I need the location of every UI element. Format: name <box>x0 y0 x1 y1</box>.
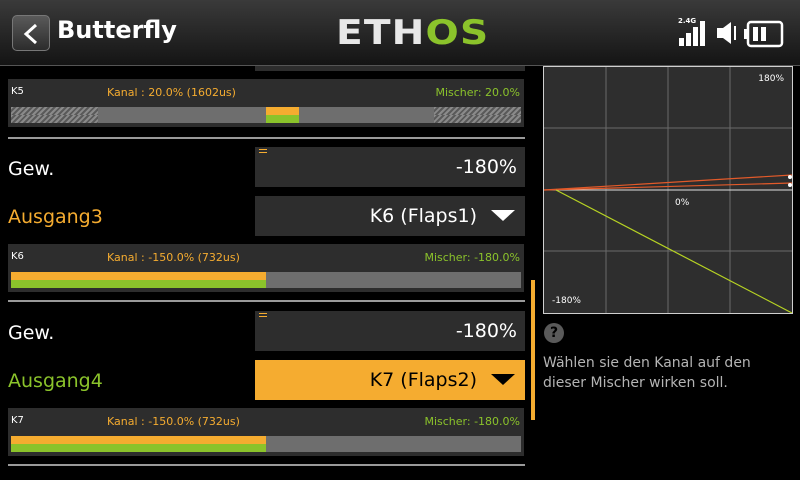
mixer-bar-track <box>11 444 521 452</box>
speaker-icon <box>717 22 736 44</box>
output-label-ausgang4: Ausgang4 <box>8 370 103 392</box>
weight-field-ausgang4[interactable]: -180% <box>255 311 525 351</box>
channel-bar-track <box>11 107 521 115</box>
channel-output-value: Kanal : 20.0% (1602us) <box>107 86 236 99</box>
weight-label: Gew. <box>8 322 55 344</box>
battery-icon <box>744 20 784 48</box>
mixer-output-value: Mischer: -180.0% <box>424 415 520 428</box>
help-text: Wählen sie den Kanal auf den dieser Misc… <box>543 355 751 391</box>
mixer-settings-panel: K5 Kanal : 20.0% (1602us) Mischer: 20.0%… <box>0 66 530 480</box>
graph-center-label: 0% <box>675 198 690 208</box>
channel-bar-track <box>11 272 521 280</box>
channel-output-value: Kanal : -150.0% (732us) <box>107 415 240 428</box>
output-select-ausgang3[interactable]: K6 (Flaps1) <box>255 196 525 236</box>
dropdown-arrow-icon <box>491 374 515 385</box>
help-icon[interactable]: ? <box>544 323 564 343</box>
scrolled-field-remnant <box>255 66 525 71</box>
weight-label: Gew. <box>8 158 55 180</box>
mixer-output-value: Mischer: 20.0% <box>435 86 520 99</box>
channel-name: K6 <box>11 251 24 262</box>
mixer-bar <box>11 444 266 452</box>
output-select-ausgang4[interactable]: K7 (Flaps2) <box>255 360 525 400</box>
channel-monitor-k5: K5 Kanal : 20.0% (1602us) Mischer: 20.0% <box>8 79 524 127</box>
mixer-bar <box>11 280 266 288</box>
mixer-output-value: Mischer: -180.0% <box>424 251 520 264</box>
curve-point <box>788 175 792 179</box>
page-title: Butterfly <box>57 16 177 44</box>
ethos-logo: ETHOS <box>336 13 490 53</box>
divider <box>8 137 525 139</box>
mixer-curve-graph: 180% 0% -180% <box>543 66 793 314</box>
channel-monitor-k7: K7 Kanal : -150.0% (732us) Mischer: -180… <box>8 408 524 456</box>
channel-monitor-k6: K6 Kanal : -150.0% (732us) Mischer: -180… <box>8 244 524 292</box>
back-button[interactable] <box>12 15 50 51</box>
chevron-left-icon <box>23 23 38 45</box>
channel-name: K7 <box>11 415 24 426</box>
scrollbar[interactable] <box>531 280 535 420</box>
graph-bottom-label: -180% <box>552 296 581 306</box>
channel-bar-track <box>11 436 521 444</box>
divider <box>8 464 525 466</box>
channel-bar <box>11 436 266 444</box>
channel-bar <box>11 272 266 280</box>
curve-point <box>788 183 792 187</box>
divider <box>8 300 525 302</box>
menu-icon <box>259 149 267 156</box>
menu-icon <box>259 313 267 320</box>
graph-top-label: 180% <box>758 74 784 84</box>
dropdown-arrow-icon <box>491 210 515 221</box>
weight-field-ausgang3[interactable]: -180% <box>255 147 525 187</box>
channel-bar <box>266 107 299 115</box>
mixer-bar <box>266 115 299 123</box>
mixer-bar-track <box>11 115 521 123</box>
signal-strength-icon <box>679 21 705 46</box>
channel-output-value: Kanal : -150.0% (732us) <box>107 251 240 264</box>
output-label-ausgang3: Ausgang3 <box>8 206 103 228</box>
mixer-bar-track <box>11 280 521 288</box>
header-bar: Butterfly ETHOS 2.4G <box>0 0 800 66</box>
curve-plot <box>544 67 792 313</box>
channel-name: K5 <box>11 86 24 97</box>
